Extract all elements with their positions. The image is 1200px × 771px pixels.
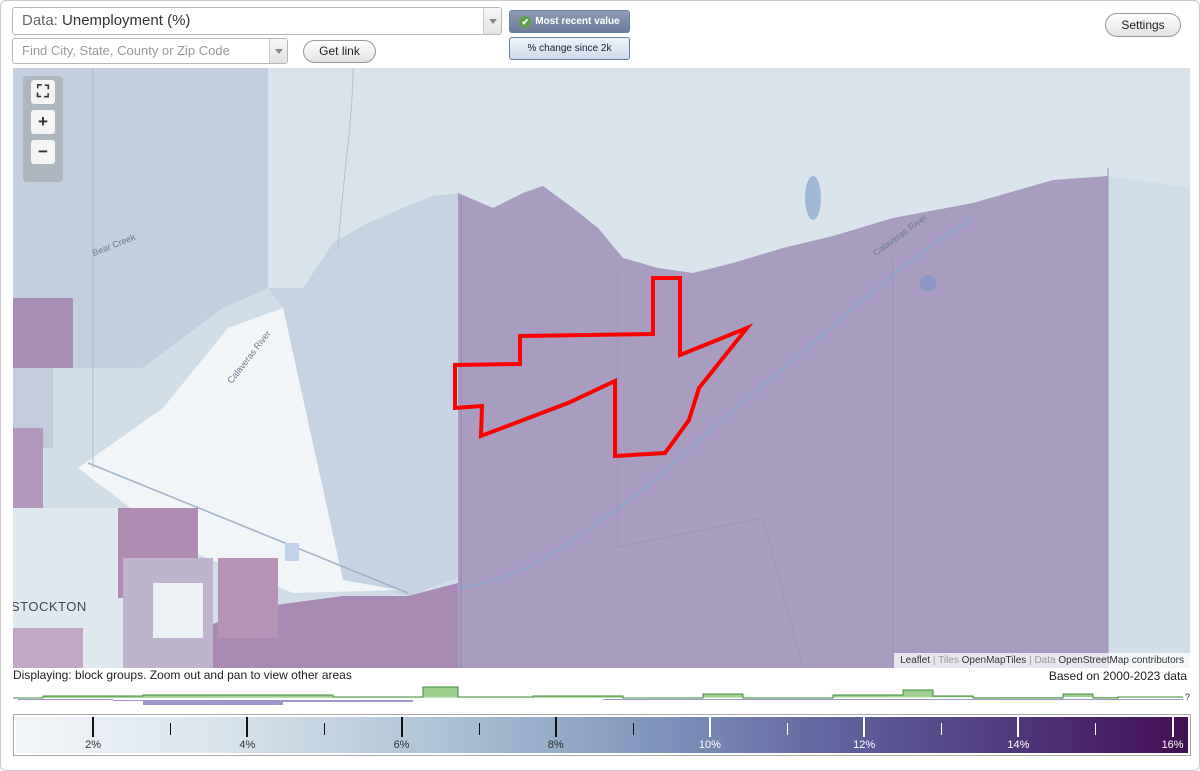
legend-tick [400, 717, 403, 737]
legend-tick [708, 717, 711, 737]
region-blockgroup [153, 583, 203, 638]
histogram-question-icon[interactable]: ? [1185, 692, 1190, 702]
color-legend: 2% 4% 6% 8% 10% 12% 14% 16% [13, 714, 1191, 756]
leaflet-link[interactable]: Leaflet [900, 655, 930, 666]
chevron-down-icon[interactable] [483, 8, 501, 34]
legend-minor-tick [632, 723, 634, 735]
data-select-text: Data: Unemployment (%) [22, 12, 191, 29]
legend-minor-tick [478, 723, 480, 735]
region-blockgroup [13, 628, 83, 668]
zoom-control: ⛶ + − [23, 76, 63, 182]
legend-tick-label: 10% [698, 739, 721, 751]
search-placeholder: Find City, State, County or Zip Code [22, 43, 230, 58]
legend-minor-tick [941, 723, 943, 735]
fullscreen-icon[interactable]: ⛶ [31, 80, 55, 104]
legend-tick-label: 6% [393, 739, 410, 751]
checkmark-icon: ✔ [519, 16, 532, 28]
histogram-purple [18, 699, 1183, 705]
city-label: STOCKTON [13, 599, 87, 614]
water-body [920, 275, 936, 291]
legend-tick [246, 717, 249, 737]
legend-tick-label: 8% [547, 739, 564, 751]
map-canvas[interactable] [13, 68, 1190, 668]
legend-tick-label: 16% [1161, 739, 1184, 751]
legend-tick-label: 2% [85, 739, 102, 751]
legend-minor-tick [1095, 723, 1097, 735]
water-body [285, 543, 299, 561]
histogram-green [13, 686, 1183, 699]
legend-tick [1017, 717, 1020, 737]
settings-button[interactable]: Settings [1105, 13, 1181, 37]
zoom-in-button[interactable]: + [31, 110, 55, 134]
get-link-button[interactable]: Get link [303, 40, 376, 63]
water-body [805, 176, 821, 220]
openstreetmap-link[interactable]: OpenStreetMap [1058, 655, 1129, 666]
most-recent-value-toggle[interactable]: ✔ Most recent value [509, 10, 630, 33]
map-view[interactable]: ⛶ + − Bear Creek Calaveras River Calaver… [13, 68, 1190, 668]
percent-change-toggle[interactable]: % change since 2k [509, 37, 630, 60]
display-note: Displaying: block groups. Zoom out and p… [13, 668, 352, 682]
chevron-down-icon[interactable] [269, 39, 287, 63]
legend-tick [92, 717, 95, 737]
legend-tick-label: 12% [853, 739, 876, 751]
legend-minor-tick [787, 723, 789, 735]
location-search-input[interactable]: Find City, State, County or Zip Code [12, 38, 288, 64]
app-frame: Data: Unemployment (%) Find City, State,… [0, 0, 1200, 771]
data-variable-select[interactable]: Data: Unemployment (%) [12, 7, 502, 35]
legend-minor-tick [170, 723, 172, 735]
legend-tick-label: 14% [1007, 739, 1030, 751]
legend-tick [863, 717, 866, 737]
openmaptiles-link[interactable]: OpenMapTiles [962, 655, 1027, 666]
region-blockgroup [13, 298, 73, 368]
legend-tick [1171, 717, 1174, 737]
map-attribution: Leaflet | Tiles OpenMapTiles | Data Open… [894, 653, 1190, 668]
zoom-out-button[interactable]: − [31, 140, 55, 164]
legend-minor-tick [324, 723, 326, 735]
region-blockgroup [218, 558, 278, 638]
legend-tick-label: 4% [239, 739, 256, 751]
value-histogram: ? [13, 686, 1190, 705]
data-range-note: Based on 2000-2023 data [1048, 669, 1187, 683]
legend-tick [554, 717, 557, 737]
